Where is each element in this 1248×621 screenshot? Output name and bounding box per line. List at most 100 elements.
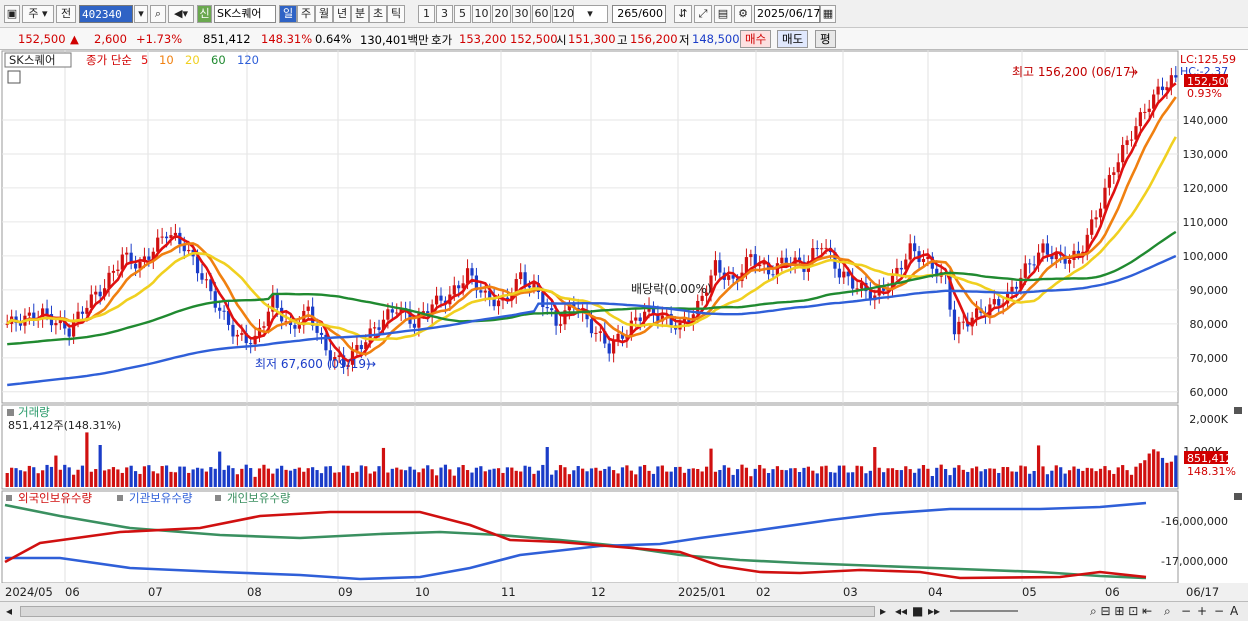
volume-bar <box>297 467 301 487</box>
low-label: 저 <box>679 33 690 47</box>
ma-legend-120: 120 <box>237 53 259 67</box>
interval-60[interactable]: 60 <box>532 5 551 23</box>
vol-last-pct: 148.31% <box>1187 465 1236 478</box>
plus-icon[interactable]: + <box>1197 604 1207 618</box>
crosshair-icon[interactable]: ⤢ <box>694 5 712 23</box>
volume-bar <box>178 466 182 487</box>
volume-bar <box>532 473 536 487</box>
volume-bar <box>408 466 412 487</box>
stock-name-field[interactable]: SK스퀘어 <box>214 5 276 23</box>
candle-body <box>824 247 828 249</box>
x-label-0: 2024/05 <box>5 585 53 599</box>
volume-bar <box>917 468 921 487</box>
volume-bar <box>80 465 85 487</box>
search-icon[interactable]: ⌕ <box>150 5 166 23</box>
candle-body <box>1121 144 1125 163</box>
interval-1[interactable]: 1 <box>418 5 435 23</box>
forward-icon[interactable]: ▸▸ <box>928 604 940 618</box>
period-0[interactable]: 일 <box>279 5 297 23</box>
candle-body <box>837 268 841 278</box>
mode-button[interactable]: 전 <box>56 5 76 23</box>
stock-code-input[interactable]: 402340 <box>79 5 133 23</box>
volume-bar <box>638 466 642 487</box>
date-field[interactable]: 2025/06/17 <box>754 5 820 23</box>
zoom-tools-icon[interactable]: ⌕ ⊟ ⊞ ⊡ ⇤ <box>1090 604 1152 619</box>
candle-body <box>359 344 363 350</box>
period-4[interactable]: 분 <box>351 5 369 23</box>
volume-title: 거래량 <box>18 405 50 419</box>
interval-120[interactable]: 120 <box>552 5 574 23</box>
volume-bar <box>306 468 310 487</box>
candle-body <box>465 268 470 284</box>
zoom-slider[interactable] <box>950 610 1018 612</box>
chart-settings-icon[interactable]: ⇵ <box>674 5 692 23</box>
volume-bar <box>771 469 775 487</box>
stop-icon[interactable]: ■ <box>912 604 923 618</box>
zoom-out-icon[interactable]: ⌕ <box>1164 604 1171 619</box>
scroll-track[interactable] <box>20 606 875 617</box>
candle-body <box>1116 162 1120 173</box>
volume-bar <box>523 465 527 487</box>
volume-bar <box>342 465 346 487</box>
volume-bar <box>890 468 895 487</box>
dividend-annotation: 배당락(0.00%) <box>631 282 712 296</box>
candle-body <box>1041 243 1045 253</box>
interval-10[interactable]: 10 <box>472 5 491 23</box>
interval-3[interactable]: 3 <box>436 5 453 23</box>
market-select[interactable]: 주 ▾ <box>22 5 54 23</box>
window-icon[interactable]: ▣ <box>4 5 20 23</box>
candle-body <box>1112 172 1116 175</box>
avg-button[interactable]: 평 <box>815 30 836 48</box>
volume-bar <box>474 467 479 487</box>
interval-5[interactable]: 5 <box>454 5 471 23</box>
font-size-icon[interactable]: A <box>1230 604 1238 618</box>
price-tick: 130,000 <box>1183 148 1229 161</box>
period-6[interactable]: 틱 <box>387 5 405 23</box>
volume-bar <box>842 465 846 487</box>
volume-bar <box>656 466 660 487</box>
period-1[interactable]: 주 <box>297 5 315 23</box>
period-3[interactable]: 년 <box>333 5 351 23</box>
interval-20[interactable]: 20 <box>492 5 511 23</box>
volume-bar <box>926 468 930 487</box>
sell-button[interactable]: 매도 <box>777 30 809 48</box>
flow-series-0: 외국인보유수량 <box>18 491 92 505</box>
minus-icon[interactable]: − <box>1181 604 1191 618</box>
arrow-right-icon-2: → <box>366 357 376 371</box>
interval-dropdown[interactable]: ▾ <box>572 5 608 23</box>
buy-button[interactable]: 매수 <box>740 30 772 48</box>
speaker-icon[interactable]: ◀▾ <box>168 5 194 23</box>
scroll-bar[interactable]: ◂ ▸ ◂◂ ■ ▸▸ ⌕ ⊟ ⊞ ⊡ ⇤ ⌕ − + − A <box>0 601 1248 621</box>
interval-30[interactable]: 30 <box>512 5 531 23</box>
volume-bar <box>1019 465 1023 487</box>
panel-icon <box>7 409 14 416</box>
volume-bar <box>262 464 266 487</box>
scroll-left-icon[interactable]: ◂ <box>6 604 12 618</box>
candle-body <box>483 290 487 293</box>
volume-bar <box>492 468 496 487</box>
gear-icon[interactable]: ⚙ <box>734 5 752 23</box>
volume-bar <box>607 466 611 487</box>
trade-amount: 130,401백만 <box>360 33 429 47</box>
volume-bar <box>722 465 726 487</box>
period-2[interactable]: 월 <box>315 5 333 23</box>
volume-bar <box>426 465 430 487</box>
volume-bar <box>806 466 810 487</box>
rewind-icon[interactable]: ◂◂ <box>895 604 907 618</box>
volume-bar <box>682 472 687 487</box>
period-5[interactable]: 초 <box>369 5 387 23</box>
candle-body <box>913 243 917 252</box>
save-icon[interactable]: ▤ <box>714 5 732 23</box>
chevron-down-icon[interactable]: ▾ <box>134 5 148 23</box>
candle-body <box>1160 86 1165 91</box>
count-field[interactable]: 265/600 <box>612 5 666 23</box>
play-icon[interactable]: ▸ <box>880 604 886 618</box>
volume-bar <box>430 469 434 487</box>
price-chart[interactable]: 140,000 130,000 120,000 110,000 100,000 90,00… <box>0 50 1248 601</box>
volume-bar <box>674 467 678 487</box>
minus-icon-2[interactable]: − <box>1214 604 1224 618</box>
candle-body <box>235 334 239 337</box>
calendar-icon[interactable]: ▦ <box>820 5 836 23</box>
volume-bar <box>1081 470 1085 487</box>
price-tick: 110,000 <box>1183 216 1229 229</box>
